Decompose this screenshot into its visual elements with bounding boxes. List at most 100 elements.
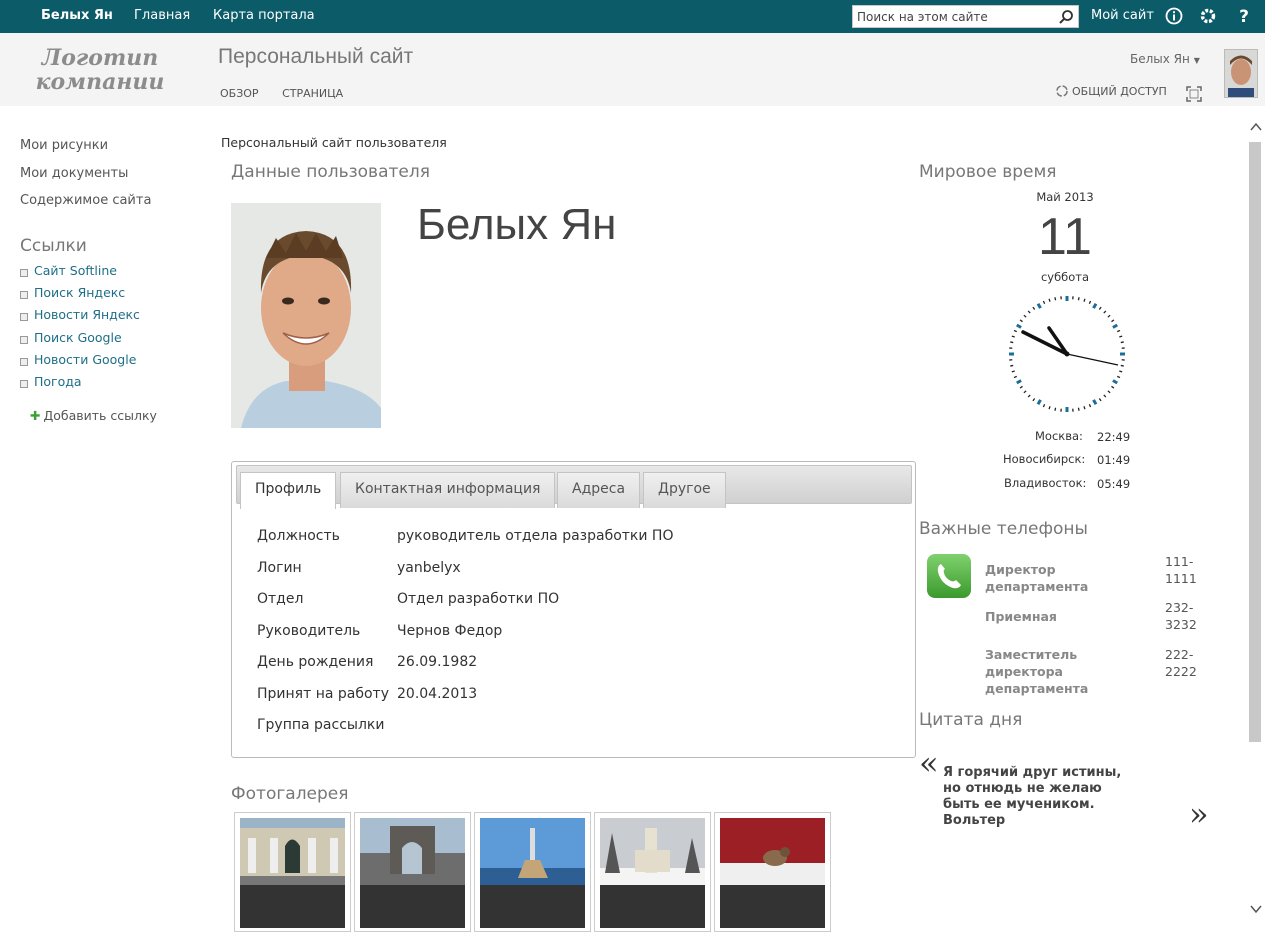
profile-key: Принят на работу [257, 685, 389, 702]
tz-time-vladivostok: 05:49 [1097, 477, 1131, 491]
link-google-search[interactable]: Поиск Google [20, 330, 140, 352]
breadcrumb: Персональный сайт пользователя [221, 135, 447, 150]
tz-city-moscow: Москва: [1035, 429, 1083, 443]
help-icon[interactable]: ? [1234, 6, 1254, 26]
nav-my-documents[interactable]: Мои документы [20, 166, 151, 194]
share-label: ОБЩИЙ ДОСТУП [1072, 85, 1167, 98]
settings-gear-icon[interactable] [1198, 6, 1218, 26]
gallery-photo [720, 818, 825, 885]
tz-time-novosibirsk: 01:49 [1097, 453, 1131, 467]
profile-key: Группа рассылки [257, 717, 385, 733]
profile-value: Отдел разработки ПО [397, 591, 560, 607]
gallery-photo [480, 818, 585, 885]
plus-icon: ✚ [30, 408, 41, 423]
add-link-label: Добавить ссылку [43, 408, 157, 423]
link-yandex-search[interactable]: Поиск Яндекс [20, 285, 140, 307]
link-google-news[interactable]: Новости Google [20, 352, 140, 374]
profile-key: Логин [257, 559, 302, 576]
phone-name: Заместитель директора департамента [985, 647, 1089, 696]
suite-bar: Белых Ян Главная Карта портала Мой сайт … [0, 0, 1265, 33]
analog-clock [1009, 296, 1125, 412]
suite-user-name[interactable]: Белых Ян [41, 8, 113, 23]
profile-key: Отдел [257, 591, 304, 607]
user-full-name: Белых Ян [417, 200, 617, 249]
gallery-thumbnail[interactable] [714, 812, 831, 932]
user-menu[interactable]: Белых Ян ▼ [1130, 52, 1200, 66]
links-heading: Ссылки [20, 236, 87, 256]
gallery-photo [360, 818, 465, 885]
photo-gallery-heading: Фотогалерея [231, 784, 349, 804]
tz-city-vladivostok: Владивосток: [1004, 476, 1087, 490]
scrollbar-thumb[interactable] [1249, 142, 1261, 742]
scroll-down-icon[interactable] [1250, 904, 1262, 914]
phone-number: 222- 2222 [1165, 647, 1197, 679]
add-link-button[interactable]: ✚ Добавить ссылку [30, 408, 157, 423]
profile-tab-panel: Профиль Контактная информация Адреса Дру… [231, 461, 916, 758]
gallery-thumbnail[interactable] [594, 812, 711, 932]
tab-contact-info[interactable]: Контактная информация [340, 472, 556, 508]
site-header: Логотип компании Персональный сайт ОБЗОР… [0, 33, 1265, 106]
chevron-down-icon: ▼ [1193, 56, 1200, 65]
clock-weekday: суббота [1040, 270, 1090, 284]
clock-day: 11 [1038, 208, 1092, 266]
search-input[interactable] [853, 6, 1048, 28]
share-icon [1056, 85, 1068, 97]
world-time-heading: Мировое время [919, 162, 1057, 182]
user-menu-label: Белых Ян [1130, 52, 1190, 66]
links-list: Сайт Softline Поиск Яндекс Новости Яндек… [20, 263, 140, 396]
tab-profile[interactable]: Профиль [240, 472, 337, 509]
search-box [852, 5, 1079, 28]
user-data-heading: Данные пользователя [231, 162, 430, 182]
tab-page[interactable]: СТРАНИЦА [282, 87, 343, 100]
tab-other[interactable]: Другое [643, 472, 726, 508]
tz-time-moscow: 22:49 [1097, 430, 1131, 444]
site-title[interactable]: Персональный сайт [218, 45, 413, 69]
clock-month-year: Май 2013 [1036, 190, 1094, 204]
quote-text: Я горячий друг истины, но отнюдь не жела… [943, 765, 1122, 828]
link-weather[interactable]: Погода [20, 374, 140, 396]
vertical-scrollbar[interactable] [1247, 116, 1265, 932]
quote-close-mark: » [1189, 795, 1209, 833]
my-site-link[interactable]: Мой сайт [1091, 8, 1154, 23]
svg-text:?: ? [1239, 7, 1249, 26]
phone-number: 232- 3232 [1165, 600, 1197, 632]
avatar-image [1225, 50, 1257, 97]
gallery-thumbnail[interactable] [354, 812, 471, 932]
profile-value: 26.09.1982 [397, 654, 478, 670]
profile-key: Руководитель [257, 622, 361, 639]
share-button[interactable]: ОБЩИЙ ДОСТУП [1055, 84, 1167, 98]
user-avatar[interactable] [1224, 49, 1258, 98]
phone-number: 111- 1111 [1165, 554, 1197, 586]
link-softline[interactable]: Сайт Softline [20, 263, 140, 285]
nav-site-contents[interactable]: Содержимое сайта [20, 193, 151, 221]
tab-addresses[interactable]: Адреса [557, 472, 641, 508]
tab-overview[interactable]: ОБЗОР [220, 87, 259, 100]
logo-line-1: Логотип [41, 45, 159, 71]
user-photo-image [231, 203, 381, 428]
gallery-photo [240, 818, 345, 885]
search-icon[interactable] [1058, 9, 1074, 25]
profile-tab-bar: Профиль Контактная информация Адреса Дру… [236, 465, 912, 509]
suite-nav-home[interactable]: Главная [134, 8, 190, 23]
quick-launch: Мои рисунки Мои документы Содержимое сай… [20, 138, 151, 221]
phone-icon [927, 554, 971, 598]
company-logo[interactable]: Логотип компании [30, 46, 170, 94]
focus-on-content-icon[interactable] [1186, 86, 1202, 102]
gallery-thumbnail[interactable] [234, 812, 351, 932]
profile-value: руководитель отдела разработки ПО [397, 528, 674, 544]
logo-line-2: компании [35, 69, 165, 95]
link-yandex-news[interactable]: Новости Яндекс [20, 307, 140, 329]
profile-key: Должность [257, 528, 340, 544]
tz-city-novosibirsk: Новосибирск: [1003, 452, 1086, 466]
gallery-thumbnail[interactable] [474, 812, 591, 932]
info-icon[interactable] [1164, 6, 1184, 26]
nav-my-pictures[interactable]: Мои рисунки [20, 138, 151, 166]
ribbon-tabs: ОБЗОР СТРАНИЦА [220, 87, 363, 100]
profile-value: Чернов Федор [397, 622, 503, 639]
phone-name: Приемная [985, 609, 1057, 624]
profile-value: yanbelyx [397, 559, 461, 576]
quote-heading: Цитата дня [919, 710, 1023, 730]
gallery-photo [600, 818, 705, 885]
suite-nav-portal-map[interactable]: Карта портала [213, 8, 315, 23]
scroll-up-icon[interactable] [1250, 122, 1262, 132]
